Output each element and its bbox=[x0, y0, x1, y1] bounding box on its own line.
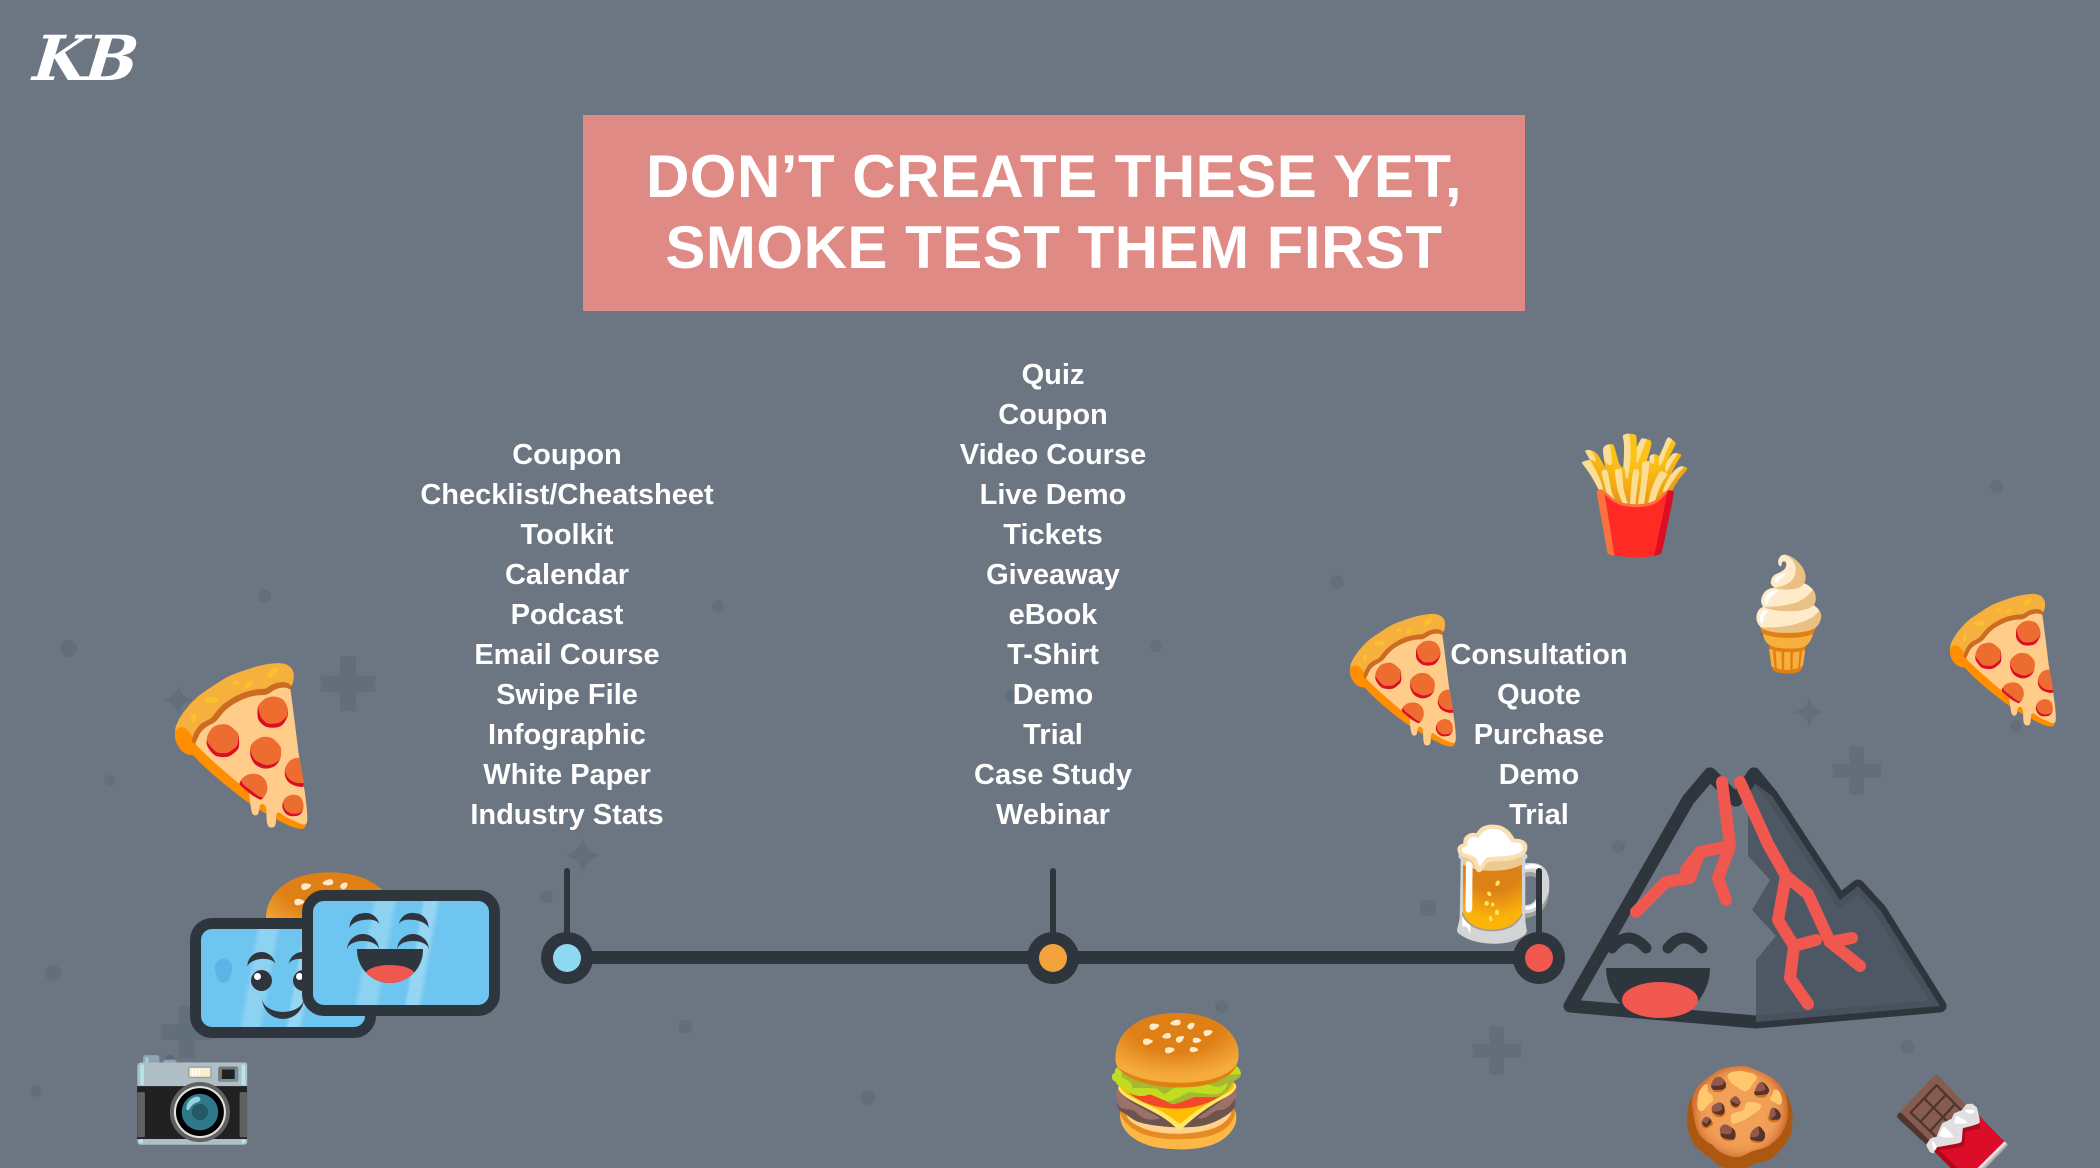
list-item: T-Shirt bbox=[1007, 639, 1099, 671]
tongue-icon bbox=[365, 965, 415, 983]
sparkle-glyph: ✦ bbox=[160, 677, 197, 726]
left-eye-icon bbox=[251, 970, 272, 991]
fries-glyph: 🍟 bbox=[1565, 433, 1705, 558]
phone-characters-illustration bbox=[190, 890, 520, 1040]
list-item: Quote bbox=[1497, 679, 1581, 711]
camera-glyph: 📷 bbox=[130, 1034, 255, 1146]
list-item: Demo bbox=[1012, 679, 1094, 711]
title-banner: DON’T CREATE THESE YET, SMOKE TEST THEM … bbox=[583, 115, 1525, 311]
list-item: Swipe File bbox=[496, 679, 638, 711]
title-line-2: SMOKE TEST THEM FIRST bbox=[665, 214, 1443, 281]
list-item: Tickets bbox=[1003, 519, 1103, 551]
list-item: Webinar bbox=[996, 799, 1110, 831]
node-dot bbox=[1039, 944, 1067, 972]
list-item: Consultation bbox=[1450, 639, 1628, 671]
cookie-glyph: 🍪 bbox=[1680, 1064, 1800, 1168]
timeline-node-stage-1[interactable] bbox=[541, 932, 593, 984]
list-item: Email Course bbox=[474, 639, 660, 671]
plus-glyph: ✚ bbox=[1470, 1016, 1524, 1088]
candy-glyph: 🍫 bbox=[1890, 1074, 2015, 1168]
stage-2-list: Quiz Coupon Video Course Live Demo Ticke… bbox=[843, 355, 1263, 835]
list-item: Giveaway bbox=[986, 559, 1120, 591]
laughing-mouth-icon bbox=[357, 949, 423, 983]
list-item: Coupon bbox=[998, 399, 1108, 431]
phone-character-front bbox=[302, 890, 500, 1016]
list-item: Checklist/Cheatsheet bbox=[420, 479, 714, 511]
volcano-character-illustration bbox=[1540, 760, 1970, 1050]
list-item: Trial bbox=[1023, 719, 1083, 751]
icecream-glyph: 🍦 bbox=[1720, 553, 1855, 674]
list-item: Toolkit bbox=[520, 519, 614, 551]
list-item: eBook bbox=[1008, 599, 1098, 631]
list-item: Live Demo bbox=[979, 479, 1127, 511]
tongue-icon bbox=[1622, 982, 1698, 1018]
list-item: Industry Stats bbox=[470, 799, 664, 831]
list-item: Calendar bbox=[504, 559, 630, 591]
list-item: Quiz bbox=[1021, 359, 1085, 391]
list-item: White Paper bbox=[483, 759, 651, 791]
volcano-svg bbox=[1563, 767, 1947, 1029]
timeline-node-stage-2[interactable] bbox=[1027, 932, 1079, 984]
list-item: Purchase bbox=[1473, 719, 1605, 751]
list-item: Infographic bbox=[488, 719, 646, 751]
list-item: Coupon bbox=[512, 439, 622, 471]
list-item: Case Study bbox=[974, 759, 1132, 791]
slide-canvas: 🍕 🍕 🍕 ✚ ✚ ✚ ✚ ✦ ✦ ✦ 🍔 🍔 🍟 🍺 🍦 📷 🍫 🍪 KB D… bbox=[0, 0, 2100, 1168]
list-item: Video Course bbox=[959, 439, 1147, 471]
stage-1-list: Coupon Checklist/Cheatsheet Toolkit Cale… bbox=[307, 435, 827, 835]
list-item: Podcast bbox=[510, 599, 624, 631]
node-dot bbox=[553, 944, 581, 972]
title-line-1: DON’T CREATE THESE YET, bbox=[645, 143, 1463, 211]
pizza-glyph: 🍕 bbox=[1930, 593, 2080, 727]
sparkle-glyph: ✦ bbox=[1790, 687, 1829, 739]
brand-logo: KB bbox=[30, 22, 141, 95]
burger-glyph: 🍔 bbox=[1100, 1013, 1255, 1151]
